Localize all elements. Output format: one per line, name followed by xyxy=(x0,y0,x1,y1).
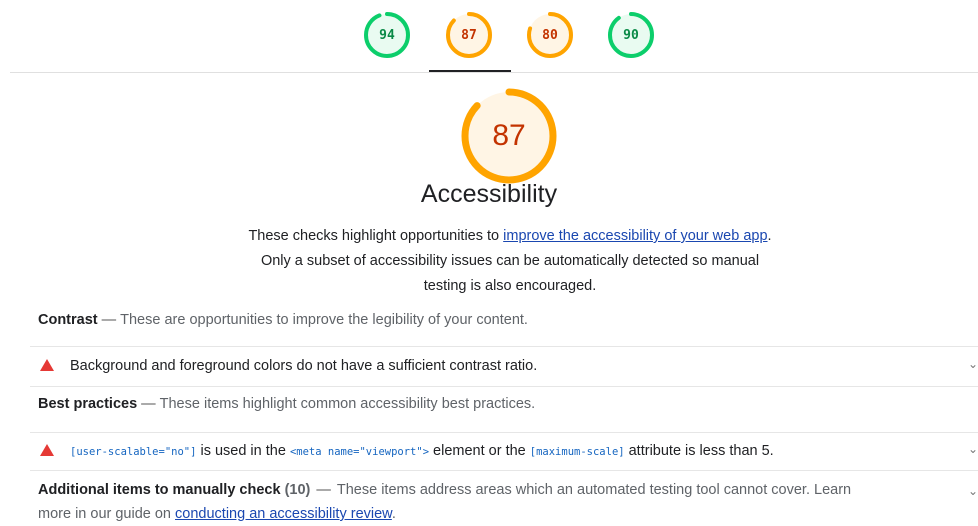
group-description: These are opportunities to improve the l… xyxy=(120,312,528,328)
divider xyxy=(30,432,978,433)
gauge-score-2[interactable]: 87 xyxy=(444,10,494,60)
divider xyxy=(10,72,978,73)
chevron-down-icon[interactable]: ⌄ xyxy=(968,357,978,371)
category-title: Accessibility xyxy=(420,180,558,208)
score-value: 80 xyxy=(542,27,558,43)
improve-accessibility-link[interactable]: improve the accessibility of your web ap… xyxy=(503,228,767,244)
group-title: Best practices xyxy=(38,396,138,412)
audit-title: Background and foreground colors do not … xyxy=(70,358,538,374)
description-text: These checks highlight opportunities to xyxy=(248,228,504,244)
gauge-score-3[interactable]: 80 xyxy=(525,10,575,60)
group-header-best-practices: Best practices — These items highlight com… xyxy=(38,396,535,412)
divider xyxy=(30,346,978,347)
manual-description: These items address areas which an autom… xyxy=(336,482,852,498)
manual-description-cont: more in our guide on xyxy=(38,506,176,522)
code-meta-viewport: <meta name="viewport"> xyxy=(289,446,430,458)
chevron-down-icon[interactable]: ⌄ xyxy=(968,442,978,456)
category-description: These checks highlight opportunities to … xyxy=(240,224,780,299)
score-value: 94 xyxy=(379,27,395,43)
active-tab-indicator xyxy=(429,70,511,72)
warning-triangle-icon xyxy=(40,359,54,371)
group-header-contrast: Contrast — These are opportunities to impr… xyxy=(38,312,528,328)
gauge-score-1[interactable]: 94 xyxy=(362,10,412,60)
gauge-score-4[interactable]: 90 xyxy=(606,10,656,60)
category-score: 87 xyxy=(492,119,526,152)
separator: — xyxy=(101,312,117,328)
manual-checks-group[interactable]: Additional items to manually check (10) —… xyxy=(38,478,978,526)
audit-text: attribute is less than 5. xyxy=(624,443,774,459)
manual-count: (10) xyxy=(284,482,311,498)
audit-color-contrast[interactable]: Background and foreground colors do not … xyxy=(38,357,978,374)
divider xyxy=(30,386,978,387)
group-description: These items highlight common accessibili… xyxy=(159,396,536,412)
divider xyxy=(30,470,978,471)
group-title: Additional items to manually check xyxy=(38,482,281,498)
code-user-scalable: [user-scalable="no"] xyxy=(70,446,197,458)
group-title: Contrast xyxy=(38,312,98,328)
manual-description-end: . xyxy=(391,506,396,522)
separator: — xyxy=(141,396,156,412)
accessibility-review-link[interactable]: conducting an accessibility review xyxy=(175,506,392,522)
audit-text: element or the xyxy=(429,443,530,459)
separator: — xyxy=(316,482,331,498)
score-value: 87 xyxy=(461,27,477,43)
warning-triangle-icon xyxy=(40,444,54,456)
category-gauge: 87 xyxy=(459,86,559,186)
audit-meta-viewport[interactable]: [user-scalable="no"] is used in the <met… xyxy=(38,442,978,459)
code-maximum-scale: [maximum-scale] xyxy=(529,446,625,458)
chevron-down-icon[interactable]: ⌄ xyxy=(968,479,978,503)
score-value: 90 xyxy=(623,27,639,43)
audit-text: is used in the xyxy=(196,443,290,459)
